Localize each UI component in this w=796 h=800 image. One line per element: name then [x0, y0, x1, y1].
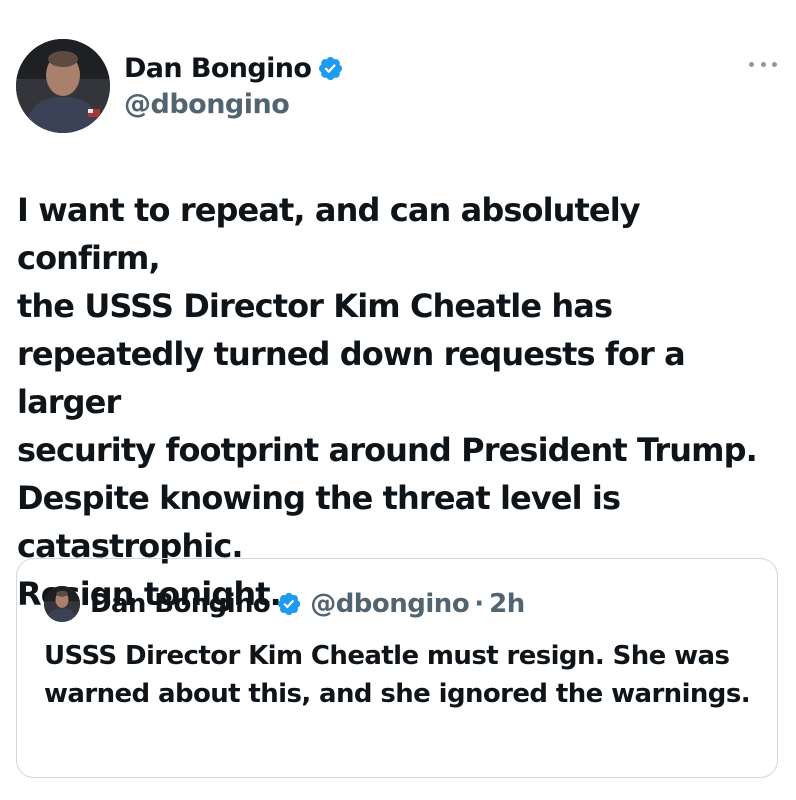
quoted-author-handle: @dbongino — [310, 589, 470, 619]
author-handle[interactable]: @dbongino — [124, 89, 344, 120]
quoted-post-header: Dan Bongino @dbongino · 2h — [44, 586, 525, 622]
author-info: Dan Bongino @dbongino — [124, 51, 344, 120]
verified-badge-icon[interactable] — [317, 55, 344, 82]
quoted-post-text: USSS Director Kim Cheatle must resign. S… — [44, 641, 751, 709]
author-avatar[interactable] — [16, 39, 110, 133]
quoted-author-display-name: Dan Bongino — [90, 589, 271, 619]
quoted-post[interactable]: Dan Bongino @dbongino · 2h USSS Director… — [16, 558, 778, 778]
more-dot — [760, 61, 766, 67]
quoted-author-avatar — [44, 586, 80, 622]
more-dot — [749, 61, 754, 67]
post-header: Dan Bongino @dbongino — [16, 39, 780, 135]
quoted-post-time: 2h — [489, 589, 525, 619]
more-options-icon[interactable] — [749, 57, 777, 71]
avatar-photo-icon — [44, 586, 80, 622]
verified-badge-icon — [276, 591, 302, 617]
more-dot — [772, 61, 777, 67]
author-display-name[interactable]: Dan Bongino — [124, 53, 312, 84]
post-text: I want to repeat, and can absolutely con… — [17, 191, 758, 613]
quoted-separator: · — [474, 589, 485, 619]
avatar-photo-icon — [16, 39, 110, 133]
